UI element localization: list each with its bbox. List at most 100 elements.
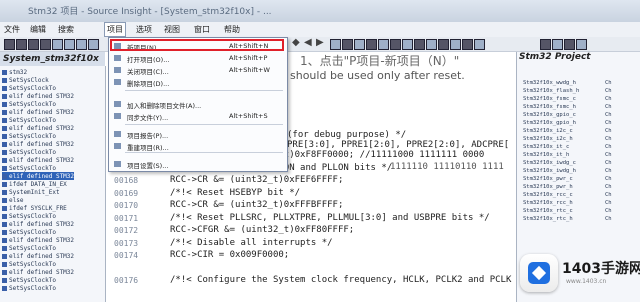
symbol-icon [2, 141, 7, 147]
project-menu-item[interactable]: 加入和删除项目文件(A)... [127, 100, 201, 110]
arrow-left-icon[interactable]: ◀ [304, 37, 312, 48]
sidebar-item[interactable]: elif defined STM32 [2, 124, 74, 132]
toolbar: ◆ ◀ ▶ [0, 37, 640, 52]
sidebar-item[interactable]: SystemInit_Ext [2, 188, 60, 196]
sidebar-item[interactable]: SetSysClockTo [2, 100, 56, 108]
symbol-icon [2, 285, 7, 291]
browse-icon[interactable] [354, 39, 365, 50]
project-file-item[interactable]: Stm32f10x_rtc_c [523, 208, 573, 214]
undo-icon[interactable] [88, 39, 99, 50]
project-file-item[interactable]: Stm32f10x_rcc_c [523, 192, 573, 198]
replace-icon[interactable] [462, 39, 473, 50]
relation-icon[interactable] [378, 39, 389, 50]
sidebar-item[interactable]: elif defined STM32 [2, 220, 74, 228]
sidebar-item[interactable]: SetSysClockTo [2, 276, 56, 284]
project-file-item[interactable]: Stm32f10x_i2c_c [523, 128, 573, 134]
search-files-icon[interactable] [450, 39, 461, 50]
sync-icon[interactable] [438, 39, 449, 50]
arrow-right-icon[interactable]: ▶ [316, 37, 324, 48]
project-file-item[interactable]: Stm32f10x_it_c [523, 144, 569, 150]
sidebar-item[interactable]: SetSysClockTo [2, 116, 56, 124]
menu-window[interactable]: 窗口 [194, 24, 210, 35]
line-number: 00174 [114, 251, 139, 260]
sidebar-item[interactable]: elif defined STM32 [2, 252, 74, 260]
project-menu-item[interactable]: 关闭项目(C)... [127, 66, 169, 76]
menu-help[interactable]: 帮助 [224, 24, 240, 35]
sidebar-item[interactable]: elif defined STM32 [2, 172, 75, 180]
sidebar-item[interactable]: SetSysClockTo [2, 212, 56, 220]
context-window-icon[interactable] [576, 39, 587, 50]
project-menu-item[interactable]: 删除项目(D)... [127, 78, 169, 88]
sidebar-item[interactable]: SetSysClockTo [2, 148, 56, 156]
project-file-item[interactable]: Stm32f10x_flash_h [523, 88, 579, 94]
project-menu-item[interactable]: 项目设置(S)... [127, 160, 168, 170]
lookup-icon[interactable] [366, 39, 377, 50]
sidebar-item[interactable]: SetSysClockTo [2, 260, 56, 268]
sidebar-item[interactable]: ifdef SYSCLK_FRE [2, 204, 67, 212]
menu-file[interactable]: 文件 [4, 24, 20, 35]
sidebar-item[interactable]: SetSysClockTo [2, 228, 56, 236]
sidebar-item[interactable]: stm32 [2, 68, 27, 76]
step-annotation: 1、点击"P项目-新项目（N）" [300, 54, 460, 68]
project-file-item[interactable]: Stm32f10x_pwr_h [523, 184, 573, 190]
menu-item-icon [114, 55, 121, 61]
menu-project[interactable]: 项目 [104, 22, 126, 37]
project-file-item[interactable]: Stm32f10x_iwdg_h [523, 168, 576, 174]
toggle-icon[interactable] [402, 39, 413, 50]
relation-window-icon[interactable] [564, 39, 575, 50]
project-file-item[interactable]: Stm32f10x_it_h [523, 152, 569, 158]
project-file-item[interactable]: Stm32f10x_fsmc_c [523, 96, 576, 102]
window-icon[interactable] [414, 39, 425, 50]
project-window-icon[interactable] [540, 39, 551, 50]
project-file-item[interactable]: Stm32f10x_rcc_h [523, 200, 573, 206]
symbol-icon[interactable] [342, 39, 353, 50]
project-menu-item[interactable]: 重建项目(R)... [127, 142, 169, 152]
cut-icon[interactable] [52, 39, 63, 50]
bookmark-icon[interactable] [330, 39, 341, 50]
sidebar-item[interactable]: elif defined STM32 [2, 140, 74, 148]
sidebar-item[interactable]: ifdef DATA_IN_EX [2, 180, 67, 188]
symbol-list-panel[interactable]: stm32 SetSysClock SetSysClockTo elif define… [0, 66, 106, 302]
menu-edit[interactable]: 编辑 [30, 24, 46, 35]
project-file-item[interactable]: Stm32f10x_i2c_h [523, 136, 573, 142]
symbol-window-icon[interactable] [552, 39, 563, 50]
open-file-icon[interactable] [16, 39, 27, 50]
project-file-item[interactable]: Stm32f10x_pwr_c [523, 176, 573, 182]
sidebar-item[interactable]: SetSysClockTo [2, 84, 56, 92]
project-file-item[interactable]: Stm32f10x_fsmc_h [523, 104, 576, 110]
project-file-item[interactable]: Stm32f10x_wwdg_h [523, 80, 576, 86]
save-all-icon[interactable] [40, 39, 51, 50]
menu-item-icon [114, 131, 121, 137]
sidebar-item[interactable]: SetSysClockTo [2, 164, 56, 172]
sidebar-item[interactable]: elif defined STM32 [2, 156, 74, 164]
sidebar-item[interactable]: SetSysClockTo [2, 284, 56, 292]
paste-icon[interactable] [76, 39, 87, 50]
symbol-icon [2, 213, 7, 219]
refresh-icon[interactable] [474, 39, 485, 50]
project-file-item[interactable]: Stm32f10x_iwdg_c [523, 160, 576, 166]
context-icon[interactable] [390, 39, 401, 50]
copy-icon[interactable] [64, 39, 75, 50]
project-file-item[interactable]: Stm32f10x_rtc_h [523, 216, 573, 222]
sidebar-item[interactable]: SetSysClockTo [2, 132, 56, 140]
layout-icon[interactable] [426, 39, 437, 50]
project-file-item[interactable]: Stm32f10x_gpio_h [523, 120, 576, 126]
sidebar-item[interactable]: elif defined STM32 [2, 268, 74, 276]
jump-back-icon[interactable]: ◆ [292, 37, 300, 48]
sidebar-item[interactable]: elif defined STM32 [2, 108, 74, 116]
sidebar-item[interactable]: elif defined STM32 [2, 236, 74, 244]
new-file-icon[interactable] [4, 39, 15, 50]
project-file-item[interactable]: Stm32f10x_gpio_c [523, 112, 576, 118]
project-menu-item[interactable]: 打开项目(O)... [127, 54, 169, 64]
menu-options[interactable]: 选项 [136, 24, 152, 35]
sidebar-item[interactable]: else [2, 196, 23, 204]
sidebar-item[interactable]: SetSysClock [2, 76, 49, 84]
menu-search[interactable]: 搜索 [58, 24, 74, 35]
sidebar-item[interactable]: elif defined STM32 [2, 92, 74, 100]
menu-view[interactable]: 视图 [164, 24, 180, 35]
sidebar-item[interactable]: SetSysClockTo [2, 244, 56, 252]
project-file-type: Ch [605, 200, 612, 206]
project-menu-item[interactable]: 同步文件(Y)... [127, 112, 168, 122]
save-icon[interactable] [28, 39, 39, 50]
project-menu-item[interactable]: 项目报告(P)... [127, 130, 168, 140]
